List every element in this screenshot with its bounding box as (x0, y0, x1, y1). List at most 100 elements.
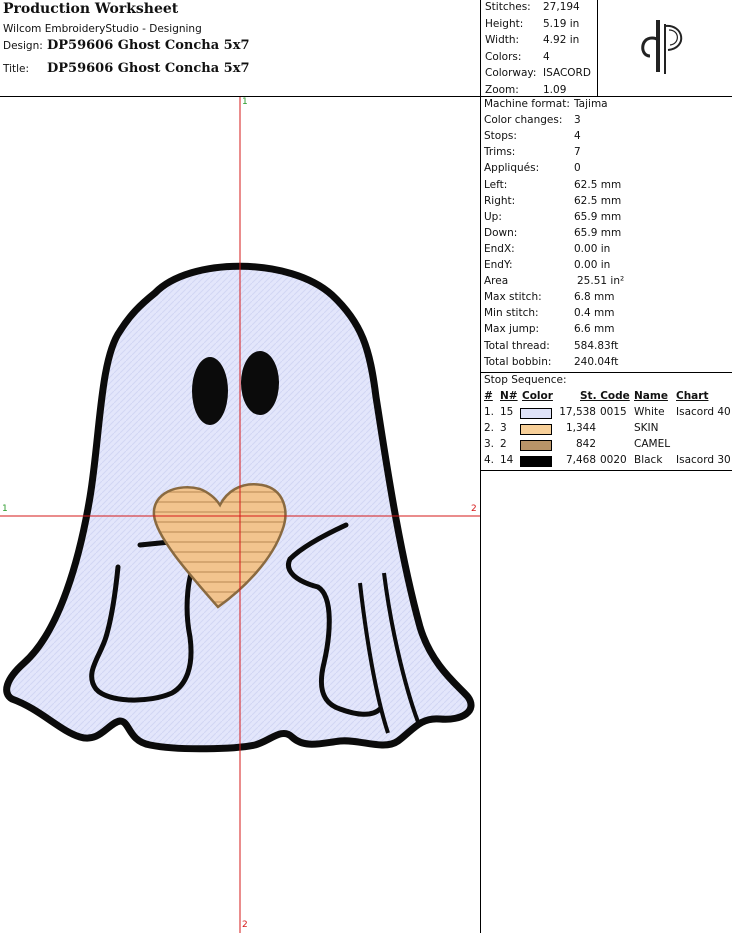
detail-label: Appliqués: (484, 162, 540, 175)
summary-label: Width: (485, 34, 520, 46)
summary-label: Height: (485, 17, 524, 30)
detail-value: 6.6 mm (574, 323, 615, 336)
detail-value: 4 (574, 130, 581, 143)
summary-value: 1.09 (543, 83, 567, 96)
detail-label: Trims: (484, 146, 516, 159)
stop-chart: Isacord 40 (676, 406, 731, 418)
detail-value: 65.9 mm (574, 210, 622, 223)
canvas-divider (480, 96, 481, 933)
crosshair-top-mark: 1 (242, 97, 248, 107)
col-num: # (484, 390, 493, 402)
crosshair-right-mark: 2 (471, 504, 477, 514)
detail-value: 25.51 in² (577, 275, 625, 288)
ghost-design (0, 97, 480, 933)
stop-num: 1. (484, 406, 495, 418)
stop-num: 3. (484, 438, 495, 450)
summary-value: 5.19 in (543, 17, 580, 30)
stop-color-name: White (634, 406, 665, 418)
detail-label: Max jump: (484, 323, 540, 336)
detail-value: 7 (574, 146, 581, 159)
detail-label: Right: (484, 194, 516, 207)
header-divider (480, 0, 481, 96)
stop-code: 0020 (600, 454, 627, 466)
stop-stitches: 1,344 (565, 422, 596, 434)
summary-label: Colors: (485, 50, 522, 63)
detail-value: 3 (574, 114, 581, 127)
stop-color-swatch (520, 440, 552, 451)
ghost-left-eye (192, 357, 228, 425)
detail-value: Tajima (574, 98, 608, 110)
detail-value: 0.00 in (574, 242, 611, 255)
col-color: Color (522, 390, 553, 402)
design-label: Design: (3, 40, 43, 52)
detail-value: 0.4 mm (574, 307, 615, 320)
stop-color-swatch (520, 408, 552, 419)
design-canvas (0, 97, 480, 933)
stop-chart: Isacord 30 (676, 454, 731, 466)
stop-row: 1. 15 17,538 0015 White Isacord 40 (484, 406, 732, 422)
col-chart: Chart (676, 390, 709, 402)
logo-divider (597, 0, 598, 96)
detail-label: Machine format: (484, 98, 570, 110)
detail-label: Up: (484, 210, 502, 223)
detail-value: 0 (574, 162, 581, 175)
stop-needle: 2 (500, 438, 507, 450)
brand-logo (632, 14, 694, 76)
software-name: Wilcom EmbroideryStudio - Designing (3, 23, 202, 35)
ghost-right-eye (241, 351, 279, 415)
title-label: Title: (3, 63, 30, 75)
detail-value: 0.00 in (574, 259, 611, 271)
stop-row: 3. 2 842 CAMEL (484, 438, 732, 454)
detail-label: Total bobbin: (484, 355, 552, 368)
detail-label: Color changes: (484, 114, 563, 127)
summary-value: 27,194 (543, 1, 580, 13)
logo-icon (641, 20, 683, 74)
detail-label: Total thread: (484, 339, 550, 352)
stop-color-swatch (520, 456, 552, 467)
col-stcode: St. Code (580, 390, 630, 402)
stop-stitches: 842 (575, 438, 596, 450)
stop-color-name: SKIN (634, 422, 659, 434)
stop-stitches: 17,538 (559, 406, 596, 418)
stop-needle: 15 (500, 406, 514, 418)
stop-stitches: 7,468 (565, 454, 596, 466)
detail-label: Max stitch: (484, 291, 542, 304)
summary-value: 4 (543, 50, 550, 63)
detail-value: 62.5 mm (574, 194, 622, 207)
detail-label: Min stitch: (484, 307, 539, 320)
stop-table-header: # N# Color St. Code Name Chart (484, 390, 732, 406)
col-name: Name (634, 390, 668, 402)
summary-value: 4.92 in (543, 34, 580, 46)
detail-value: 6.8 mm (574, 291, 615, 304)
stop-sequence-rule (480, 372, 732, 373)
stop-color-name: CAMEL (634, 438, 671, 450)
worksheet-title: Production Worksheet (3, 1, 179, 17)
stop-row: 2. 3 1,344 SKIN (484, 422, 732, 438)
summary-label: Colorway: (485, 67, 537, 79)
detail-label: Stops: (484, 130, 517, 143)
stop-code: 0015 (600, 406, 627, 418)
detail-label: EndX: (484, 242, 515, 255)
detail-value: 62.5 mm (574, 178, 622, 191)
detail-value: 584.83ft (574, 339, 619, 352)
detail-label: Left: (484, 178, 508, 191)
stop-row: 4. 14 7,468 0020 Black Isacord 30 (484, 454, 732, 470)
detail-label: Down: (484, 226, 518, 239)
stop-color-name: Black (634, 454, 663, 466)
design-value: DP59606 Ghost Concha 5x7 (47, 38, 250, 53)
detail-value: 240.04ft (574, 355, 619, 368)
stop-num: 4. (484, 454, 495, 466)
summary-value: ISACORD (543, 67, 591, 79)
summary-label: Stitches: (485, 1, 531, 13)
crosshair-left-mark: 1 (2, 504, 8, 514)
stop-table-bottom-rule (480, 470, 732, 471)
detail-label: EndY: (484, 259, 513, 271)
stop-sequence-title: Stop Sequence: (484, 374, 567, 386)
summary-label: Zoom: (485, 83, 519, 96)
crosshair-bottom-mark: 2 (242, 920, 248, 930)
col-n: N# (500, 390, 518, 402)
stop-num: 2. (484, 422, 495, 434)
detail-value: 65.9 mm (574, 226, 622, 239)
stop-needle: 14 (500, 454, 514, 466)
detail-label: Area (484, 275, 509, 288)
